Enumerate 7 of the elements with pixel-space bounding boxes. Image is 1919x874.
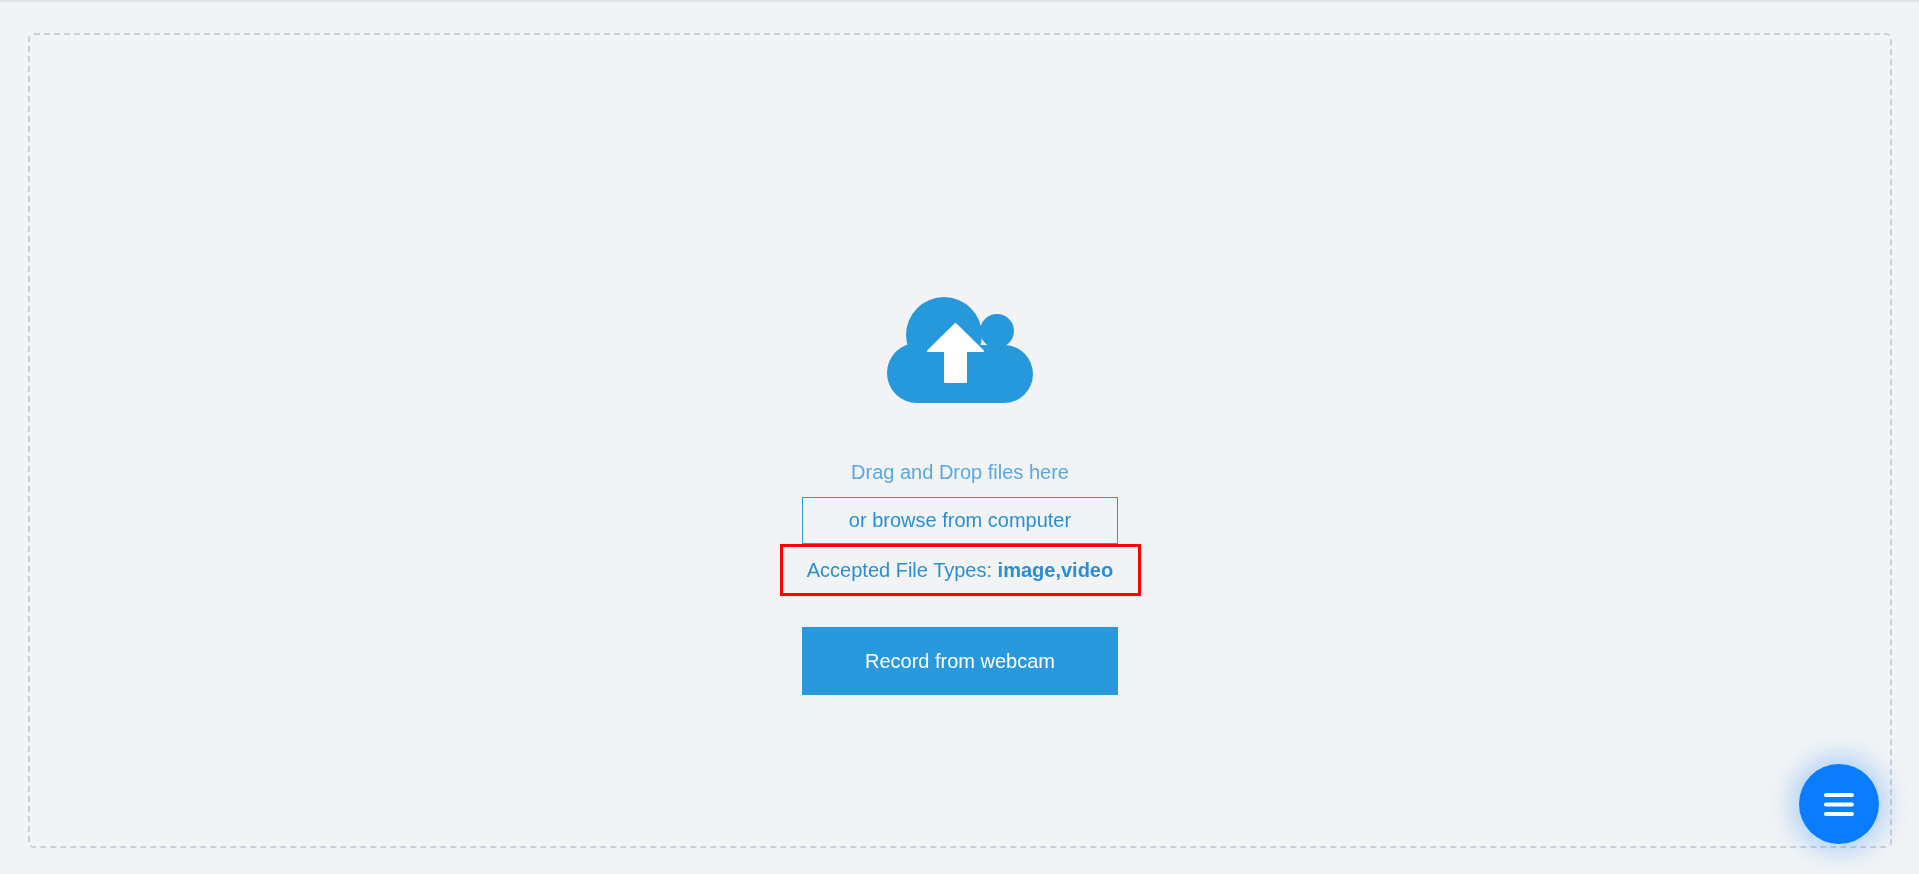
menu-icon bbox=[1824, 792, 1854, 816]
browse-button[interactable]: or browse from computer bbox=[802, 497, 1118, 544]
accepted-file-types: Accepted File Types: image,video bbox=[806, 558, 1114, 583]
menu-button[interactable] bbox=[1799, 764, 1879, 844]
cloud-upload-icon bbox=[887, 297, 1033, 403]
record-webcam-button[interactable]: Record from webcam bbox=[802, 627, 1118, 695]
drop-hint: Drag and Drop files here bbox=[851, 460, 1069, 485]
